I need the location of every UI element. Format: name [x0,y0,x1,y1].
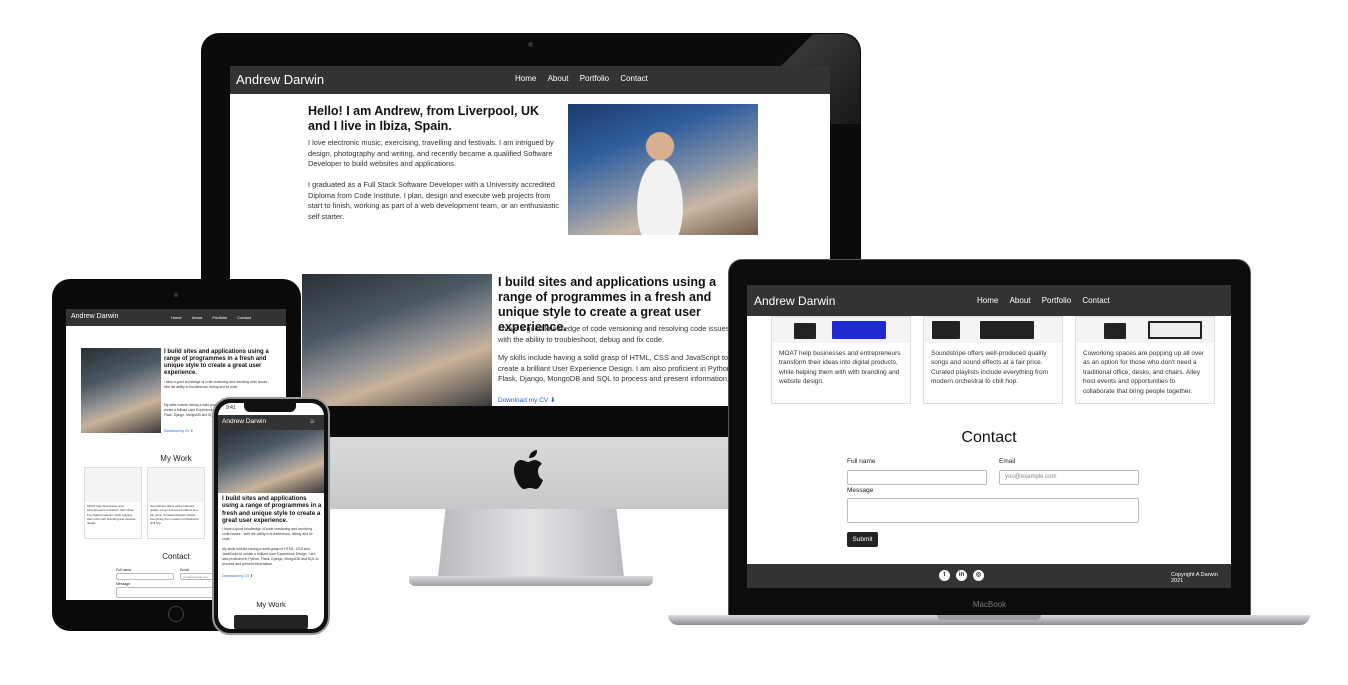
hero-heading: Hello! I am Andrew, from Liverpool, UK a… [308,104,540,133]
mb-nav-portfolio[interactable]: Portfolio [1042,296,1071,305]
iphone-about-paragraph-1: I have a good knowledge of code versioni… [222,527,313,542]
mb-card-image [924,317,1062,343]
nav-link-about[interactable]: About [548,74,569,83]
imac-chin [330,437,732,509]
iphone-screen: 9:41 Andrew Darwin ≡ I build sites and a… [218,403,324,629]
navbar: Andrew Darwin Home About Portfolio Conta… [230,66,830,94]
laptop-mockup-icon [1148,321,1202,339]
mb-card-text: Coworking spaces are popping up all over… [1083,350,1205,395]
copyright-text: Copyright A Darwin 2021 [1171,572,1218,584]
iphone-about-paragraph-2: My skills include having a solid grasp o… [222,547,319,567]
ipad-brand[interactable]: Andrew Darwin [71,313,118,320]
twitter-icon[interactable]: t [939,570,950,581]
tablet-mockup-icon [1104,323,1126,339]
ipad-about-heading: I build sites and applications using a r… [164,349,269,376]
ipad-nav-about[interactable]: About [192,315,202,320]
ipad-nav-contact[interactable]: Contact [237,315,251,320]
mb-contact-heading: Contact [961,429,1017,446]
mb-work-card-moat[interactable]: MOAT help businesses and entrepreneurs t… [771,316,911,404]
ipad-card-image [85,468,141,502]
iphone-about-heading: I build sites and applications using a r… [222,495,322,524]
ipad-home-button [168,606,184,622]
mb-card-text: MOAT help businesses and entrepreneurs t… [779,350,901,386]
iphone-about-photo [218,430,324,493]
imac-stand [438,509,624,577]
apple-logo-icon [514,450,543,489]
laptop-mockup-icon [980,321,1034,339]
mb-fullname-label: Full name [847,458,876,465]
nav-link-contact[interactable]: Contact [620,74,648,83]
imac-camera [528,42,533,47]
tablet-mockup-icon [932,321,960,339]
macbook-label: MacBook [972,600,1007,609]
nav-link-portfolio[interactable]: Portfolio [580,74,609,83]
iphone-status-time: 9:41 [226,405,236,411]
ipad-email-label: Email [180,568,189,572]
mb-email-input[interactable]: you@example.com [999,470,1139,485]
macbook-screen: Andrew Darwin Home About Portfolio Conta… [747,285,1231,588]
mb-card-image [1076,317,1214,343]
ipad-navbar: Andrew Darwin Home About Portfolio Conta… [66,309,286,326]
ipad-nav-portfolio[interactable]: Portfolio [212,315,227,320]
mb-card-image [772,317,910,343]
ipad-message-label: Message [116,582,131,586]
ipad-about-photo [81,348,161,433]
mb-footer: t in ◎ Copyright A Darwin 2021 [747,564,1231,588]
ipad-download-cv-link[interactable]: Download my CV ⬇ [164,429,193,433]
mb-nav-links: Home About Portfolio Contact [968,296,1110,305]
profile-photo [568,104,758,235]
iphone-brand[interactable]: Andrew Darwin [222,418,266,425]
nav-link-home[interactable]: Home [515,74,536,83]
mb-email-label: Email [999,458,1016,465]
mb-navbar: Andrew Darwin Home About Portfolio Conta… [747,285,1231,316]
macbook-notch [937,615,1041,620]
iphone-work-heading: My Work [256,600,286,609]
nav-links: Home About Portfolio Contact [506,74,648,83]
tablet-mockup-icon [794,323,816,339]
mb-work-card-soundstripe[interactable]: Soundstripe offers well-produced quality… [923,316,1063,404]
ipad-work-card-1[interactable]: MOAT help businesses and entrepreneurs t… [84,467,142,539]
linkedin-icon[interactable]: in [956,570,967,581]
brand-logo[interactable]: Andrew Darwin [236,72,324,87]
imac-base [409,576,653,586]
about-paragraph-2: My skills include having a solid grasp o… [498,353,733,384]
person-silhouette [620,124,700,235]
ipad-card-text: Soundstripe offers well-produced quality… [150,504,200,526]
mb-message-textarea[interactable] [847,498,1139,523]
ipad-fullname-input[interactable] [116,573,174,580]
mb-submit-button[interactable]: Submit [847,532,878,547]
ipad-fullname-label: Full name [116,568,132,572]
ipad-work-card-2[interactable]: Soundstripe offers well-produced quality… [147,467,205,539]
mb-nav-about[interactable]: About [1010,296,1031,305]
ipad-card-text: MOAT help businesses and entrepreneurs t… [87,504,136,526]
iphone-notch [244,403,296,412]
mb-work-card-alley[interactable]: Coworking spaces are popping up all over… [1075,316,1215,404]
iphone-download-cv-link[interactable]: Download my CV ⬇ [222,574,253,578]
mb-nav-home[interactable]: Home [977,296,998,305]
mb-message-label: Message [847,487,874,494]
mb-brand[interactable]: Andrew Darwin [754,294,835,308]
hero-paragraph-1: I love electronic music, exercising, tra… [308,138,554,169]
hamburger-menu-icon[interactable]: ≡ [310,417,315,426]
mb-nav-contact[interactable]: Contact [1082,296,1110,305]
download-cv-link[interactable]: Download my CV ⬇ [498,396,555,404]
instagram-icon[interactable]: ◎ [973,570,984,581]
ipad-camera [174,293,178,297]
mb-fullname-input[interactable] [847,470,987,485]
ipad-about-paragraph-1: I have a good knowledge of code versioni… [164,380,270,389]
iphone-work-card-image [234,615,308,629]
iphone-navbar: Andrew Darwin ≡ [218,415,324,430]
ipad-nav-home[interactable]: Home [171,315,182,320]
ipad-card-image [148,468,204,502]
mb-card-text: Soundstripe offers well-produced quality… [931,350,1049,386]
hero-paragraph-2: I graduated as a Full Stack Software Dev… [308,180,560,222]
about-paragraph-1: I have a good knowledge of code versioni… [498,324,734,344]
laptop-mockup-icon [832,321,886,339]
about-photo [302,274,492,406]
ipad-nav-links: Home About Portfolio Contact [162,315,251,320]
